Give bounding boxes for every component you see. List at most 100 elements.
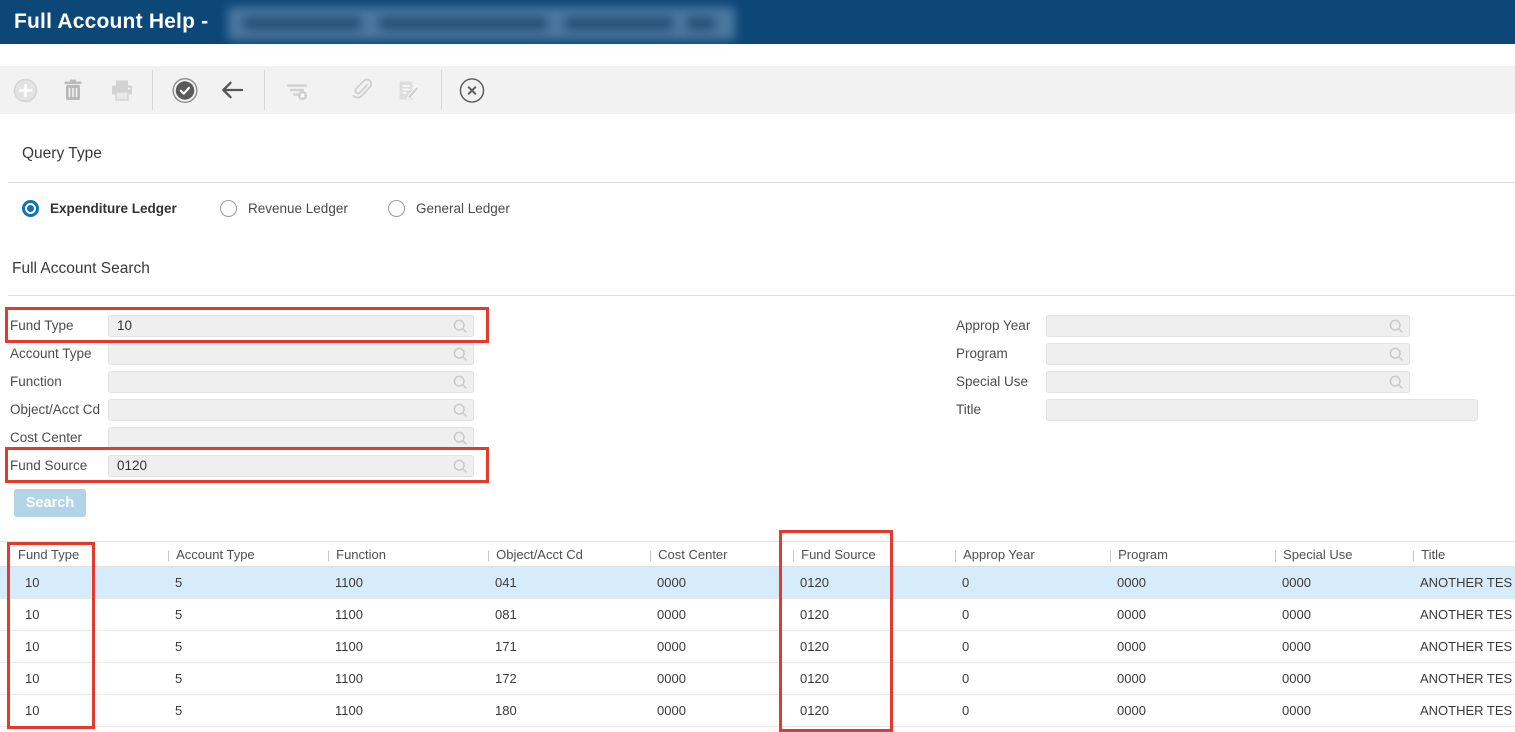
account-type-field-row: Account Type bbox=[10, 342, 474, 365]
radio-revenue-ledger[interactable]: Revenue Ledger bbox=[220, 200, 348, 217]
cell-approp-year: 0 bbox=[950, 639, 1105, 654]
print-icon[interactable] bbox=[109, 77, 135, 103]
cell-approp-year: 0 bbox=[950, 575, 1105, 590]
special-use-field-row: Special Use bbox=[956, 370, 1410, 393]
cell-fund-type: 10 bbox=[0, 671, 163, 686]
cell-cost-center: 0000 bbox=[645, 671, 788, 686]
toolbar-separator bbox=[152, 70, 153, 110]
full-account-search-heading: Full Account Search bbox=[12, 260, 150, 278]
cell-function: 1100 bbox=[323, 639, 483, 654]
cell-account-type: 5 bbox=[163, 639, 323, 654]
account-type-input[interactable] bbox=[108, 343, 474, 365]
close-icon[interactable] bbox=[459, 77, 485, 103]
column-header-approp-year[interactable]: |Approp Year bbox=[950, 547, 1105, 562]
lookup-search-icon[interactable] bbox=[1388, 374, 1405, 391]
lookup-search-icon[interactable] bbox=[1388, 318, 1405, 335]
program-field-row: Program bbox=[956, 342, 1410, 365]
radio-expenditure-ledger[interactable]: Expenditure Ledger bbox=[22, 200, 177, 217]
toolbar-separator bbox=[441, 70, 442, 110]
cell-function: 1100 bbox=[323, 703, 483, 718]
attachment-icon[interactable] bbox=[349, 77, 375, 103]
cell-special-use: 0000 bbox=[1270, 575, 1408, 590]
add-circle-icon[interactable] bbox=[12, 77, 38, 103]
cell-approp-year: 0 bbox=[950, 703, 1105, 718]
column-header-fund-source[interactable]: |Fund Source bbox=[788, 547, 950, 562]
window-title: Full Account Help - bbox=[14, 0, 208, 44]
lookup-search-icon[interactable] bbox=[452, 346, 469, 363]
column-header-fund-type[interactable]: Fund Type bbox=[0, 547, 163, 562]
cell-fund-source: 0120 bbox=[788, 607, 950, 622]
cell-special-use: 0000 bbox=[1270, 671, 1408, 686]
approp-year-input[interactable] bbox=[1046, 315, 1410, 337]
clear-filter-icon[interactable] bbox=[284, 77, 310, 103]
cell-fund-source: 0120 bbox=[788, 639, 950, 654]
lookup-search-icon[interactable] bbox=[1388, 346, 1405, 363]
fund-source-input[interactable] bbox=[108, 455, 474, 477]
back-arrow-icon[interactable] bbox=[219, 77, 245, 103]
column-header-cost-center[interactable]: |Cost Center bbox=[645, 547, 788, 562]
table-row[interactable]: 10 5 1100 172 0000 0120 0 0000 0000 ANOT… bbox=[0, 663, 1515, 695]
column-header-program[interactable]: |Program bbox=[1105, 547, 1270, 562]
column-header-special-use[interactable]: |Special Use bbox=[1270, 547, 1408, 562]
cell-title: ANOTHER TES bbox=[1408, 703, 1515, 718]
lookup-search-icon[interactable] bbox=[452, 458, 469, 475]
cell-fund-source: 0120 bbox=[788, 575, 950, 590]
column-header-object-acct-cd[interactable]: |Object/Acct Cd bbox=[483, 547, 645, 562]
radio-label: Expenditure Ledger bbox=[50, 201, 177, 216]
delete-icon[interactable] bbox=[60, 77, 86, 103]
column-header-function[interactable]: |Function bbox=[323, 547, 483, 562]
fund-type-label: Fund Type bbox=[10, 318, 108, 333]
program-input[interactable] bbox=[1046, 343, 1410, 365]
column-header-title[interactable]: |Title bbox=[1408, 547, 1515, 562]
fund-type-field-row: Fund Type bbox=[10, 314, 474, 337]
function-input[interactable] bbox=[108, 371, 474, 393]
cell-program: 0000 bbox=[1105, 607, 1270, 622]
confirm-icon[interactable] bbox=[172, 77, 198, 103]
table-row[interactable]: 10 5 1100 171 0000 0120 0 0000 0000 ANOT… bbox=[0, 631, 1515, 663]
cell-fund-type: 10 bbox=[0, 575, 163, 590]
approp-year-label: Approp Year bbox=[956, 318, 1046, 333]
radio-button-icon[interactable] bbox=[388, 200, 405, 217]
results-table: Fund Type |Account Type |Function |Objec… bbox=[0, 541, 1515, 727]
column-header-account-type[interactable]: |Account Type bbox=[163, 547, 323, 562]
cell-function: 1100 bbox=[323, 575, 483, 590]
fund-source-field-row: Fund Source bbox=[10, 454, 474, 477]
radio-label: Revenue Ledger bbox=[248, 201, 348, 216]
lookup-search-icon[interactable] bbox=[452, 374, 469, 391]
radio-button-icon[interactable] bbox=[22, 200, 39, 217]
cell-cost-center: 0000 bbox=[645, 703, 788, 718]
search-button[interactable]: Search bbox=[14, 489, 86, 517]
cell-object-acct-cd: 171 bbox=[483, 639, 645, 654]
table-row[interactable]: 10 5 1100 180 0000 0120 0 0000 0000 ANOT… bbox=[0, 695, 1515, 727]
cell-program: 0000 bbox=[1105, 703, 1270, 718]
radio-general-ledger[interactable]: General Ledger bbox=[388, 200, 510, 217]
cell-program: 0000 bbox=[1105, 671, 1270, 686]
cell-title: ANOTHER TES bbox=[1408, 671, 1515, 686]
cell-object-acct-cd: 172 bbox=[483, 671, 645, 686]
title-label: Title bbox=[956, 402, 1046, 417]
cell-title: ANOTHER TES bbox=[1408, 575, 1515, 590]
toolbar bbox=[0, 66, 1515, 114]
title-input[interactable] bbox=[1046, 399, 1478, 421]
table-row[interactable]: 10 5 1100 081 0000 0120 0 0000 0000 ANOT… bbox=[0, 599, 1515, 631]
lookup-search-icon[interactable] bbox=[452, 402, 469, 419]
lookup-search-icon[interactable] bbox=[452, 430, 469, 447]
cost-center-input[interactable] bbox=[108, 427, 474, 449]
cell-program: 0000 bbox=[1105, 575, 1270, 590]
full-account-help-window: Full Account Help - bbox=[0, 0, 1515, 732]
cell-fund-type: 10 bbox=[0, 607, 163, 622]
table-row[interactable]: 10 5 1100 041 0000 0120 0 0000 0000 ANOT… bbox=[0, 567, 1515, 599]
object-acct-cd-input[interactable] bbox=[108, 399, 474, 421]
lookup-search-icon[interactable] bbox=[452, 318, 469, 335]
title-field-row: Title bbox=[956, 398, 1478, 421]
special-use-input[interactable] bbox=[1046, 371, 1410, 393]
divider bbox=[8, 295, 1515, 296]
redacted-title-text bbox=[228, 7, 735, 40]
title-bar: Full Account Help - bbox=[0, 0, 1515, 44]
cost-center-field-row: Cost Center bbox=[10, 426, 474, 449]
radio-button-icon[interactable] bbox=[220, 200, 237, 217]
edit-notes-icon[interactable] bbox=[395, 77, 421, 103]
approp-year-field-row: Approp Year bbox=[956, 314, 1410, 337]
function-field-row: Function bbox=[10, 370, 474, 393]
fund-type-input[interactable] bbox=[108, 315, 474, 337]
